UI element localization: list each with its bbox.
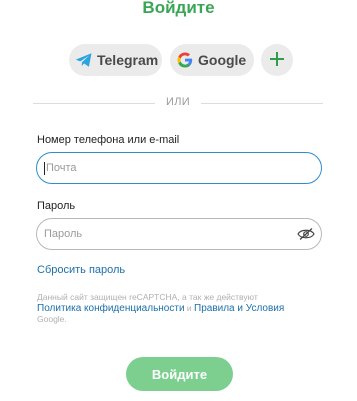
login-field-label: Номер телефона или e-mail <box>37 134 180 146</box>
recaptcha-text: Данный сайт защищен reCAPTCHA, а так же … <box>37 292 258 302</box>
text-caret <box>44 161 45 175</box>
terms-link[interactable]: Правила и Условия <box>194 303 284 314</box>
login-input-placeholder: Почта <box>46 162 77 174</box>
telegram-label: Telegram <box>97 52 159 68</box>
telegram-login-button[interactable]: Telegram <box>69 44 162 76</box>
submit-login-button[interactable]: Войдите <box>126 357 233 391</box>
eye-icon[interactable] <box>297 227 315 241</box>
telegram-icon <box>75 49 93 71</box>
reset-password-link[interactable]: Сбросить пароль <box>37 264 125 276</box>
recaptcha-and: и <box>184 303 195 313</box>
google-icon <box>176 49 194 71</box>
password-input[interactable]: Пароль <box>36 218 322 250</box>
plus-icon <box>269 51 285 70</box>
password-input-placeholder: Пароль <box>44 228 83 240</box>
social-login-row: Telegram Google <box>0 44 357 76</box>
privacy-policy-link[interactable]: Политика конфиденциальности <box>37 303 185 314</box>
google-label: Google <box>198 52 247 68</box>
divider-text: ИЛИ <box>166 96 190 108</box>
recaptcha-notice: Данный сайт защищен reCAPTCHA, а так же … <box>37 292 327 325</box>
recaptcha-google: Google. <box>37 314 67 324</box>
password-field-label: Пароль <box>37 200 76 212</box>
login-page: Войдите Telegram Google ИЛИ Номер телефо… <box>0 0 357 401</box>
login-input[interactable]: Почта <box>36 152 322 184</box>
google-login-button[interactable]: Google <box>170 44 254 76</box>
divider-line-right <box>201 103 323 104</box>
page-title: Войдите <box>142 0 215 17</box>
more-login-options-button[interactable] <box>261 44 293 76</box>
or-divider: ИЛИ <box>33 96 323 110</box>
